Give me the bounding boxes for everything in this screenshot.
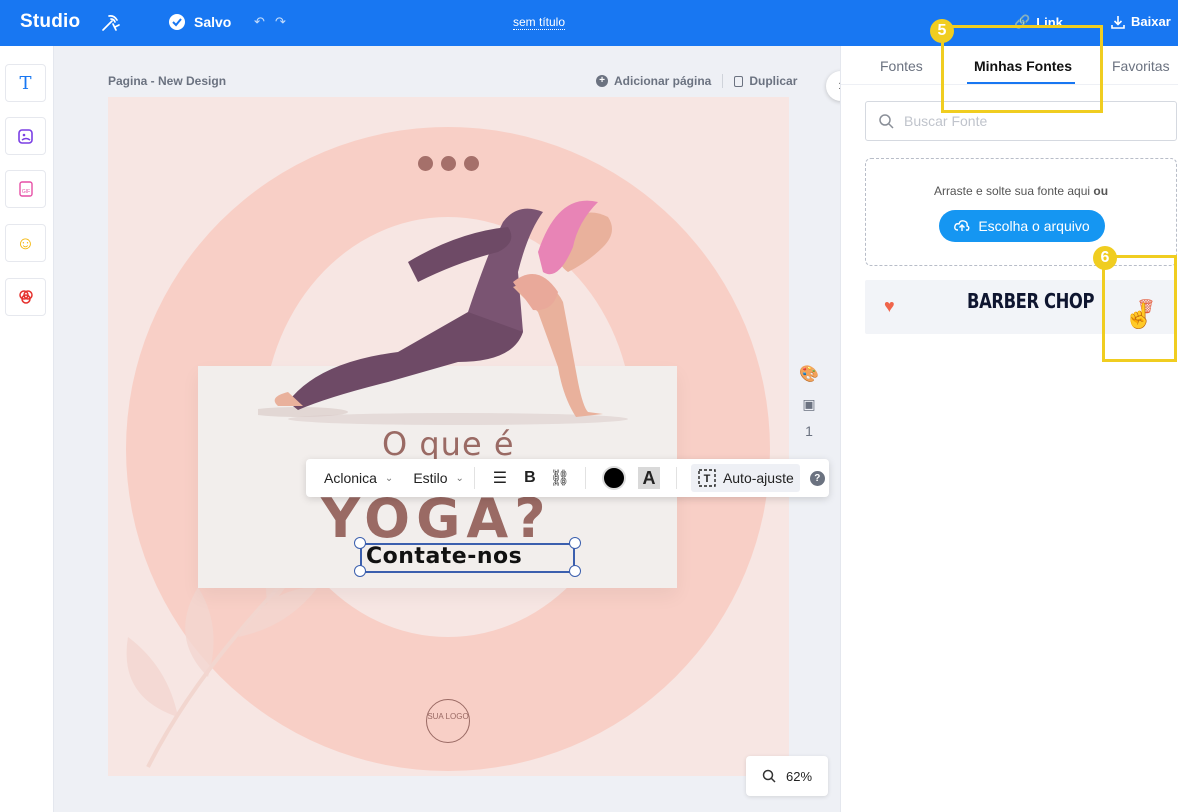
logo-placeholder[interactable]: SUA LOGO [426,699,470,743]
palette-icon[interactable]: 🎨 [799,364,819,384]
contact-text[interactable]: Contate-nos [366,544,522,569]
gif-tool-icon[interactable]: GIF [5,170,46,208]
tab-fonts[interactable]: Fontes [880,58,923,74]
document-title[interactable]: sem título [513,15,566,30]
dropzone-label: Arraste e solte sua fonte aqui [933,184,1091,198]
heart-icon[interactable]: ♥ [884,296,895,317]
divider [675,467,677,489]
wand-icon[interactable] [100,12,122,34]
undo-icon[interactable]: ↶ [254,14,265,30]
download-button[interactable]: Baixar [1111,14,1171,29]
save-status-label: Salvo [194,14,232,30]
resize-handle[interactable] [354,537,366,549]
divider [584,467,586,489]
svg-text:GIF: GIF [21,189,29,195]
page-actions: + Adicionar página Duplicar [596,74,797,88]
fonts-panel: Fontes Minhas Fontes Favoritas Buscar Fo… [840,46,1178,812]
resize-handle[interactable] [569,565,581,577]
chevron-down-icon: ⌄ [455,472,464,484]
resize-handle[interactable] [354,565,366,577]
align-icon[interactable]: ☰ [489,468,511,488]
page-label: Pagina - New Design [108,74,227,88]
shapes-tool-icon[interactable] [5,278,46,316]
download-label: Baixar [1131,14,1171,29]
text-toolbar: Aclonica ⌄ Estilo ⌄ ☰ B ⛓ A T Auto-ajust… [306,459,829,497]
search-placeholder: Buscar Fonte [904,113,988,129]
upload-font-button[interactable]: Escolha o arquivo [939,210,1105,242]
redo-icon[interactable]: ↷ [275,14,286,30]
font-name: BARBER CHOP [967,289,1095,313]
auto-fit-button[interactable]: T Auto-ajuste [690,464,800,492]
dropzone-or: ou [1093,184,1109,198]
download-icon [1111,15,1125,29]
page-number: 1 [805,423,813,439]
upload-label: Escolha o arquivo [978,218,1090,234]
font-dropzone[interactable]: Arraste e solte sua fonte aqui ou Escolh… [865,158,1177,266]
search-icon [762,769,776,783]
zoom-level: 62% [785,768,813,784]
callout-box-5 [941,25,1103,113]
tool-rail: T GIF ☺ [0,46,54,812]
callout-box-6 [1102,255,1177,362]
cloud-check-icon [169,14,185,30]
plus-circle-icon[interactable]: + [596,75,608,87]
design-canvas[interactable]: O que é YOGA? Contate-nos SUA LOGO [108,97,789,776]
divider [722,74,724,88]
svg-text:T: T [704,473,711,485]
auto-fit-icon: T [698,469,716,487]
canvas-side-tools: 🎨 ▣ 1 [799,364,819,439]
divider [473,467,475,489]
tab-favorites[interactable]: Favoritas [1112,58,1170,74]
add-page-button[interactable]: Adicionar página [614,74,711,88]
style-select[interactable]: Estilo ⌄ [413,470,464,486]
headline-text[interactable]: O que é [382,425,515,463]
style-select-value: Estilo [413,470,448,486]
text-tool-icon[interactable]: T [5,64,46,102]
copy-icon[interactable] [734,75,744,87]
emoji-tool-icon[interactable]: ☺ [5,224,46,262]
link-icon[interactable]: ⛓ [549,468,571,488]
bold-button[interactable]: B [519,469,541,487]
duplicate-button[interactable]: Duplicar [749,74,797,88]
text-color-swatch[interactable] [601,466,626,490]
cloud-upload-icon [954,220,970,231]
resize-handle[interactable] [569,537,581,549]
chevron-down-icon: ⌄ [384,472,394,484]
background-color-button[interactable]: A [637,467,660,489]
dropzone-text: Arraste e solte sua fonte aqui ou [866,184,1176,198]
dots-decoration [418,156,479,171]
search-icon [879,114,894,129]
help-icon[interactable]: ? [809,470,825,486]
save-status[interactable]: Salvo [168,13,231,31]
image-tool-icon[interactable] [5,117,46,155]
step-badge-6: 6 [1093,246,1117,270]
font-select[interactable]: Aclonica ⌄ [324,470,393,486]
auto-fit-label: Auto-ajuste [722,470,794,486]
brand-logo[interactable]: Studio [20,11,80,33]
font-select-value: Aclonica [324,470,377,486]
zoom-control[interactable]: 62% [746,756,828,796]
step-badge-5: 5 [930,19,954,43]
image-icon[interactable]: ▣ [799,396,819,413]
